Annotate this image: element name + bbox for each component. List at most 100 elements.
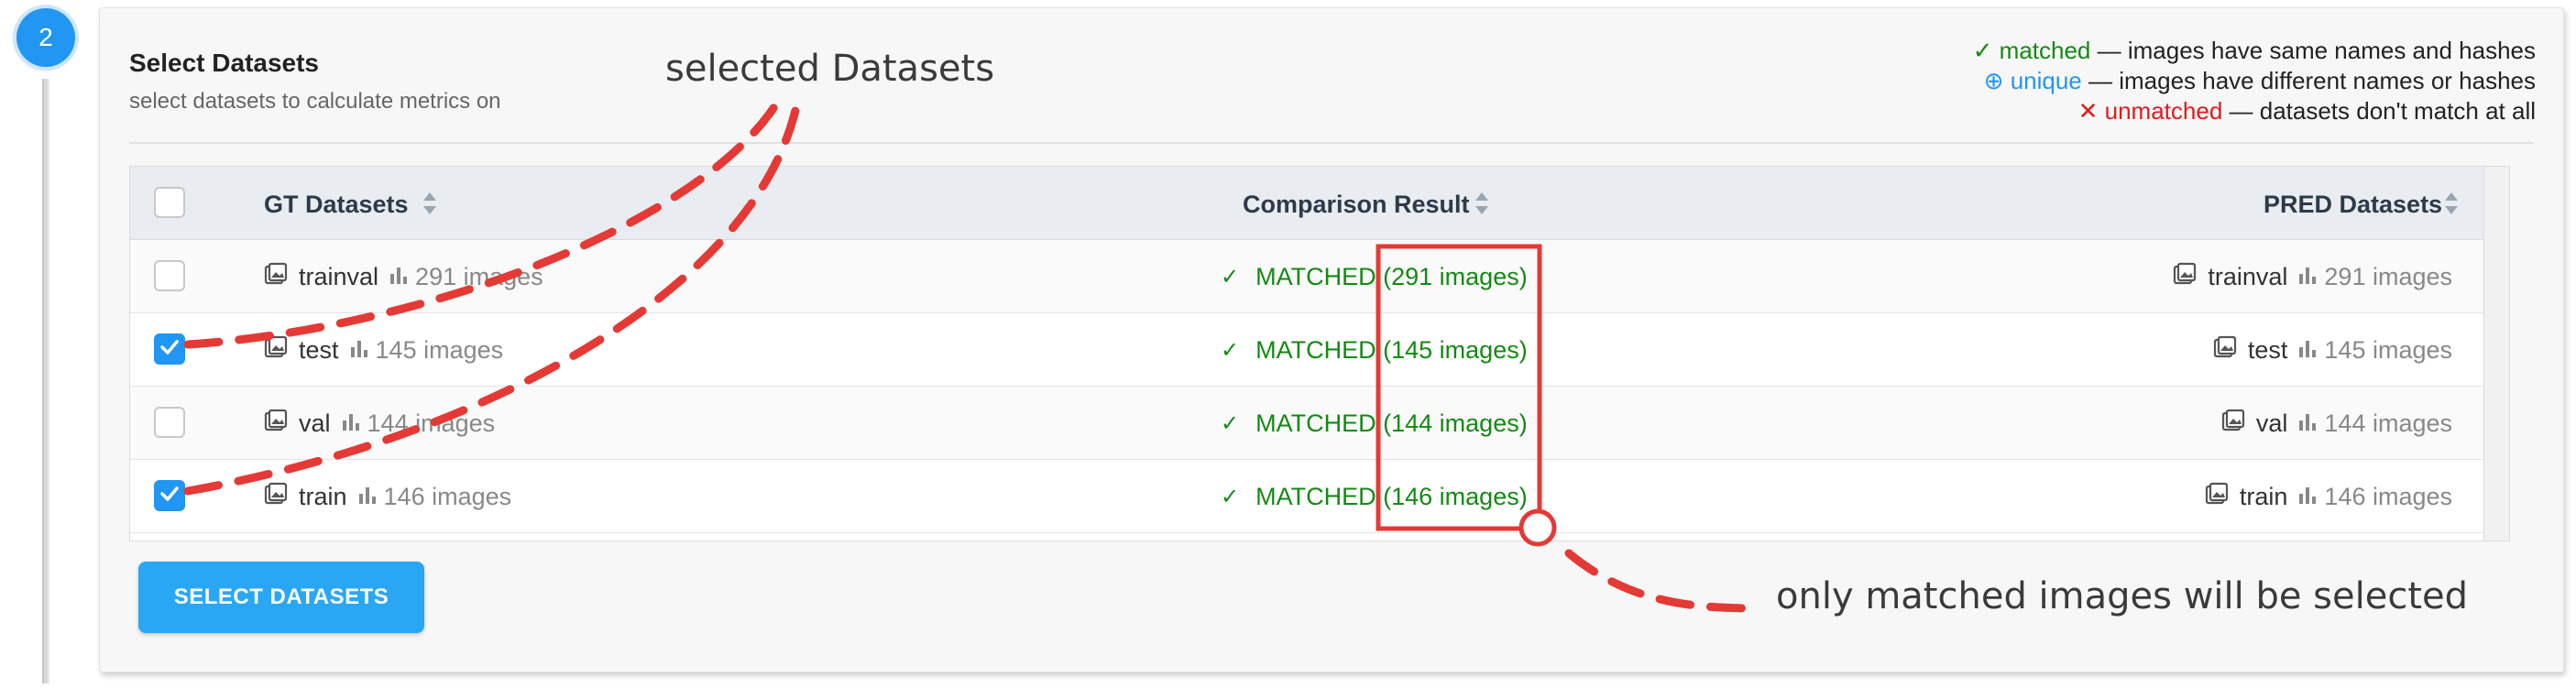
check-icon xyxy=(159,336,181,363)
datasets-table: GT Datasets Comparison Result PRED Datas… xyxy=(129,166,2510,541)
dataset-image-icon xyxy=(264,262,288,292)
pred-dataset-cell: train 146 images xyxy=(2205,460,2452,533)
pred-dataset-name: val xyxy=(2255,409,2288,437)
row-checkbox[interactable] xyxy=(154,480,185,511)
select-all-checkbox[interactable] xyxy=(154,187,185,218)
header-comparison-result[interactable]: Comparison Result xyxy=(1243,191,1470,219)
gt-dataset-name: test xyxy=(299,335,339,364)
sort-icon[interactable] xyxy=(422,191,438,216)
table-row[interactable]: val 144 images ✓ MATCHED (144 images) val 144… xyxy=(130,387,2485,460)
gt-dataset-cell: trainval 291 images xyxy=(264,240,543,313)
bar-chart-icon xyxy=(342,410,360,438)
legend-unmatched-text: — datasets don't match at all xyxy=(2222,97,2536,125)
gt-dataset-count: 144 images xyxy=(367,409,496,437)
gt-dataset-name: val xyxy=(299,409,331,437)
table-row[interactable]: test 145 images ✓ MATCHED (145 images) test 1… xyxy=(130,313,2485,387)
bar-chart-icon xyxy=(358,483,377,511)
plus-circle-icon: ⊕ xyxy=(1983,67,2004,94)
dataset-image-icon xyxy=(264,335,288,366)
gt-dataset-cell: test 145 images xyxy=(264,313,503,387)
pred-dataset-name: test xyxy=(2247,335,2288,364)
legend-matched: ✓ matched — images have same names and h… xyxy=(1973,36,2536,66)
bar-chart-icon xyxy=(2298,263,2317,291)
match-legend: ✓ matched — images have same names and h… xyxy=(1973,36,2536,126)
check-icon: ✓ xyxy=(1221,410,1240,436)
dataset-image-icon xyxy=(2213,335,2237,366)
dataset-image-icon xyxy=(2221,409,2245,439)
legend-unique-label: unique xyxy=(2010,67,2082,94)
comparison-count: (146 images) xyxy=(1383,482,1528,510)
header-gt-datasets[interactable]: GT Datasets xyxy=(264,191,409,219)
comparison-status: MATCHED xyxy=(1255,262,1376,290)
card-title: Select Datasets xyxy=(129,49,320,77)
legend-unmatched-label: unmatched xyxy=(2104,97,2223,125)
comparison-status: MATCHED xyxy=(1255,409,1376,437)
step-number-badge: 2 xyxy=(16,8,75,67)
bar-chart-icon xyxy=(2298,336,2317,365)
gt-dataset-cell: train 146 images xyxy=(264,460,511,533)
pred-dataset-count: 146 images xyxy=(2324,482,2452,510)
pred-dataset-cell: trainval 291 images xyxy=(2173,240,2452,313)
pred-dataset-name: trainval xyxy=(2208,262,2288,290)
bar-chart-icon xyxy=(350,336,368,365)
gt-dataset-cell: val 144 images xyxy=(264,387,495,460)
bar-chart-icon xyxy=(389,263,408,291)
header-pred-datasets[interactable]: PRED Datasets xyxy=(2264,191,2442,219)
row-checkbox[interactable] xyxy=(154,407,185,438)
pred-dataset-count: 291 images xyxy=(2324,262,2452,290)
check-icon: ✓ xyxy=(1972,37,1993,64)
bar-chart-icon xyxy=(2298,483,2317,511)
pred-dataset-count: 145 images xyxy=(2324,335,2452,364)
gt-dataset-count: 291 images xyxy=(415,262,543,290)
app-stage: 2 Select Datasets select datasets to cal… xyxy=(0,0,2576,688)
legend-unique: ⊕ unique — images have different names o… xyxy=(1973,66,2536,96)
dataset-image-icon xyxy=(2173,262,2197,292)
table-row[interactable]: train 146 images ✓ MATCHED (146 images) trai… xyxy=(130,460,2485,533)
step-connector-line xyxy=(42,79,49,683)
check-icon: ✓ xyxy=(1221,337,1240,363)
check-icon: ✓ xyxy=(1221,484,1240,509)
pred-dataset-cell: val 144 images xyxy=(2221,387,2452,460)
gt-dataset-count: 146 images xyxy=(383,482,512,510)
table-row[interactable]: trainval 291 images ✓ MATCHED (291 images) t… xyxy=(130,240,2485,313)
comparison-cell: ✓ MATCHED (145 images) xyxy=(1221,313,1528,387)
card-description: select datasets to calculate metrics on xyxy=(129,89,501,114)
gt-dataset-name: train xyxy=(299,482,347,510)
step-number: 2 xyxy=(38,23,53,51)
comparison-status: MATCHED xyxy=(1255,482,1376,510)
dataset-image-icon xyxy=(2205,482,2229,512)
comparison-count: (144 images) xyxy=(1383,409,1528,437)
comparison-count: (145 images) xyxy=(1383,335,1528,364)
sort-icon[interactable] xyxy=(2443,191,2460,216)
dataset-image-icon xyxy=(264,482,288,512)
dataset-image-icon xyxy=(264,409,288,439)
row-checkbox[interactable] xyxy=(154,333,185,365)
check-icon: ✓ xyxy=(1221,264,1240,289)
annotation-selected-datasets: selected Datasets xyxy=(665,48,995,90)
comparison-cell: ✓ MATCHED (146 images) xyxy=(1221,460,1528,533)
bar-chart-icon xyxy=(2298,410,2317,438)
cross-icon: ✕ xyxy=(2077,97,2099,125)
table-header: GT Datasets Comparison Result PRED Datas… xyxy=(130,167,2485,240)
comparison-cell: ✓ MATCHED (291 images) xyxy=(1221,240,1528,313)
card-divider xyxy=(129,142,2534,144)
pred-dataset-name: train xyxy=(2239,482,2288,510)
check-icon xyxy=(159,483,181,509)
row-checkbox[interactable] xyxy=(154,260,185,291)
table-scrollbar[interactable] xyxy=(2483,167,2509,541)
comparison-cell: ✓ MATCHED (144 images) xyxy=(1221,387,1528,460)
select-datasets-card: Select Datasets select datasets to calcu… xyxy=(99,7,2564,672)
comparison-count: (291 images) xyxy=(1383,262,1528,290)
select-datasets-button[interactable]: SELECT DATASETS xyxy=(138,562,424,633)
comparison-status: MATCHED xyxy=(1255,335,1376,364)
annotation-only-matched: only matched images will be selected xyxy=(1776,575,2469,617)
gt-dataset-name: trainval xyxy=(299,262,379,290)
legend-unique-text: — images have different names or hashes xyxy=(2081,67,2536,94)
legend-matched-label: matched xyxy=(1999,37,2091,64)
pred-dataset-count: 144 images xyxy=(2324,409,2452,437)
sort-icon[interactable] xyxy=(1474,191,1490,216)
gt-dataset-count: 145 images xyxy=(375,335,504,364)
pred-dataset-cell: test 145 images xyxy=(2213,313,2452,387)
legend-matched-text: — images have same names and hashes xyxy=(2090,37,2536,64)
legend-unmatched: ✕ unmatched — datasets don't match at al… xyxy=(1973,96,2536,126)
